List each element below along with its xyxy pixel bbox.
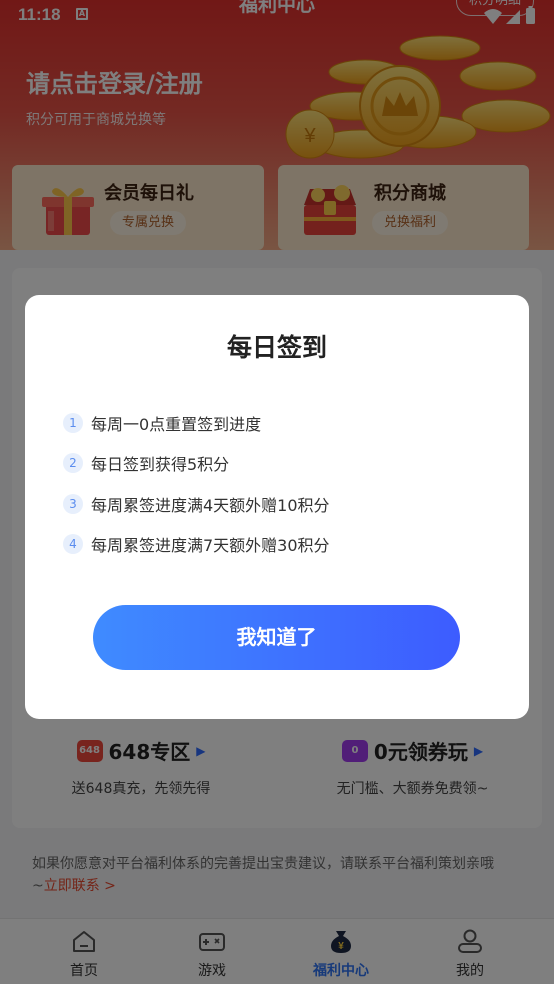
rule-item: 2 每日签到获得5积分 xyxy=(63,451,229,475)
rule-text: 每周累签进度满7天额外赠30积分 xyxy=(91,536,330,555)
daily-sign-in-dialog: 每日签到 1 每周一0点重置签到进度 2 每日签到获得5积分 3 每周累签进度满… xyxy=(25,295,529,719)
dialog-title: 每日签到 xyxy=(226,333,327,362)
rule-item: 3 每周累签进度满4天额外赠10积分 xyxy=(63,492,330,516)
rule-item: 4 每周累签进度满7天额外赠30积分 xyxy=(63,532,330,556)
rule-text: 每日签到获得5积分 xyxy=(91,455,230,474)
rule-item: 1 每周一0点重置签到进度 xyxy=(63,411,261,435)
rule-number: 3 xyxy=(63,494,83,514)
rule-number: 2 xyxy=(63,453,83,473)
rule-number: 4 xyxy=(63,534,83,554)
rule-text: 每周一0点重置签到进度 xyxy=(91,415,262,434)
rule-number: 1 xyxy=(63,413,83,433)
got-it-button[interactable]: 我知道了 xyxy=(93,605,460,670)
rule-text: 每周累签进度满4天额外赠10积分 xyxy=(91,496,330,515)
